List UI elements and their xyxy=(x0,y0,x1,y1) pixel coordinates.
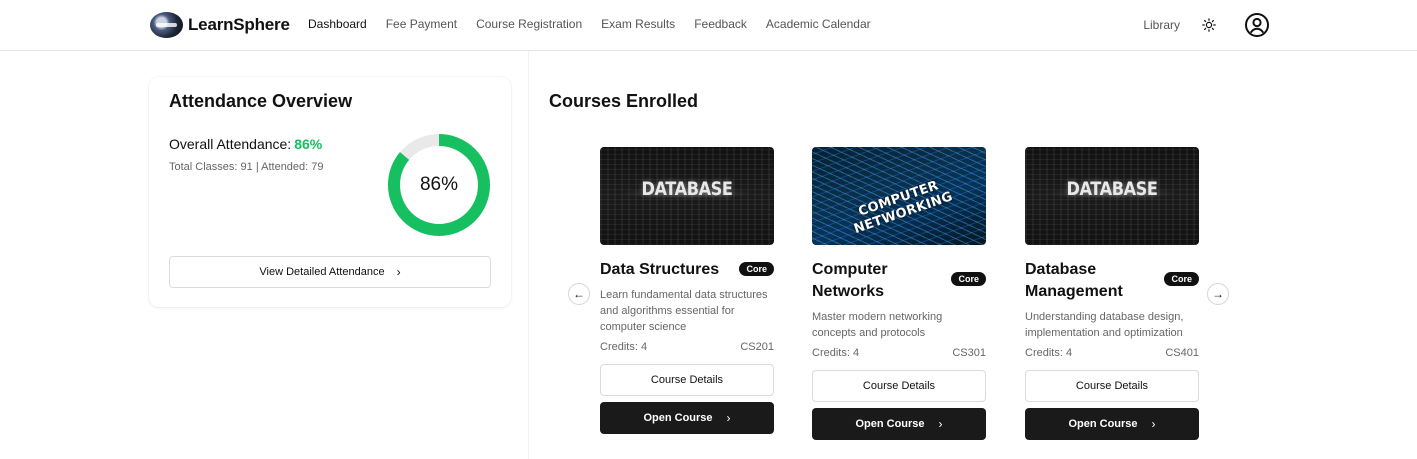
courses-enrolled-title: Courses Enrolled xyxy=(549,91,699,111)
arrow-left-icon: ← xyxy=(573,287,585,301)
course-card-database-management: DATABASE Database Management Core Unders… xyxy=(1025,147,1199,447)
nav-item-feedback[interactable]: Feedback xyxy=(694,17,747,31)
course-info: Database Management Core Understanding d… xyxy=(1025,259,1199,359)
attendance-title: Attendance Overview xyxy=(169,91,353,111)
nav-actions: Library xyxy=(1143,12,1270,38)
course-description: Learn fundamental data structures and al… xyxy=(600,289,768,333)
open-course-label: Open Course xyxy=(855,418,925,430)
course-code: CS201 xyxy=(740,341,774,353)
course-info: Data Structures Core Learn fundamental d… xyxy=(600,259,774,353)
nav-item-fee-payment[interactable]: Fee Payment xyxy=(386,17,457,31)
user-circle-icon[interactable] xyxy=(1244,12,1270,38)
attendance-ring-label: 86% xyxy=(419,174,459,195)
section-divider xyxy=(528,51,529,459)
course-credits: Credits: 4 xyxy=(600,341,648,353)
course-thumbnail: COMPUTER NETWORKING xyxy=(812,147,986,245)
nav-item-exam-results[interactable]: Exam Results xyxy=(601,17,675,31)
course-code: CS401 xyxy=(1165,347,1199,359)
carousel-next-button[interactable]: → xyxy=(1207,283,1229,305)
thumbnail-text: DATABASE xyxy=(1066,178,1158,200)
open-course-button[interactable]: Open Course › xyxy=(1025,408,1199,440)
overall-attendance-label: Overall Attendance: xyxy=(169,136,292,152)
nav-item-library[interactable]: Library xyxy=(1143,18,1180,32)
course-credits: Credits: 4 xyxy=(812,347,860,359)
overall-attendance-value: 86% xyxy=(294,136,323,152)
course-card-data-structures: DATABASE Data Structures Core Learn fund… xyxy=(600,147,774,447)
course-description: Master modern networking concepts and pr… xyxy=(812,311,943,339)
attendance-overview-card: Attendance Overview Overall Attendance: 8… xyxy=(149,77,511,307)
course-credits: Credits: 4 xyxy=(1025,347,1073,359)
course-details-label: Course Details xyxy=(1075,380,1149,392)
nav-item-academic-calendar[interactable]: Academic Calendar xyxy=(766,17,871,31)
view-detailed-attendance-label: View Detailed Attendance xyxy=(259,266,385,278)
course-name: Data Structures xyxy=(600,261,720,278)
globe-logo-icon xyxy=(150,12,183,38)
nav-item-course-registration[interactable]: Course Registration xyxy=(476,17,582,31)
chevron-right-icon: › xyxy=(1151,417,1156,431)
course-type-badge: Core xyxy=(951,272,986,286)
course-details-label: Course Details xyxy=(862,380,936,392)
course-meta: Credits: 4 CS301 xyxy=(812,347,986,359)
brand-name: LearnSphere xyxy=(188,15,290,34)
course-details-button[interactable]: Course Details xyxy=(1025,370,1199,402)
carousel-prev-button[interactable]: ← xyxy=(568,283,590,305)
open-course-button[interactable]: Open Course › xyxy=(812,408,986,440)
top-navigation-bar: LearnSphere Dashboard Fee Payment Course… xyxy=(0,0,1417,51)
course-details-button[interactable]: Course Details xyxy=(600,364,774,396)
course-details-button[interactable]: Course Details xyxy=(812,370,986,402)
attendance-summary: Total Classes: 91 | Attended: 79 xyxy=(169,161,324,173)
view-detailed-attendance-button[interactable]: View Detailed Attendance › xyxy=(169,256,491,288)
course-thumbnail: DATABASE xyxy=(1025,147,1199,245)
course-code: CS301 xyxy=(952,347,986,359)
main-nav: Dashboard Fee Payment Course Registratio… xyxy=(308,17,890,31)
course-type-badge: Core xyxy=(739,262,774,276)
course-name: Database Management xyxy=(1025,261,1123,300)
course-name: Computer Networks xyxy=(812,261,888,300)
chevron-right-icon: › xyxy=(726,411,731,425)
sun-icon[interactable] xyxy=(1202,18,1216,32)
course-info: Computer Networks Core Master modern net… xyxy=(812,259,986,359)
open-course-label: Open Course xyxy=(643,412,713,424)
course-details-label: Course Details xyxy=(650,374,724,386)
course-thumbnail: DATABASE xyxy=(600,147,774,245)
open-course-button[interactable]: Open Course › xyxy=(600,402,774,434)
brand[interactable]: LearnSphere xyxy=(150,12,290,38)
open-course-label: Open Course xyxy=(1068,418,1138,430)
chevron-right-icon: › xyxy=(938,417,943,431)
thumbnail-text: DATABASE xyxy=(641,178,733,200)
course-meta: Credits: 4 CS401 xyxy=(1025,347,1199,359)
arrow-right-icon: → xyxy=(1212,287,1224,301)
overall-attendance: Overall Attendance: 86% xyxy=(169,136,322,152)
course-meta: Credits: 4 CS201 xyxy=(600,341,774,353)
chevron-right-icon: › xyxy=(396,265,401,279)
course-description: Understanding database design, implement… xyxy=(1025,311,1184,339)
course-card-computer-networks: COMPUTER NETWORKING Computer Networks Co… xyxy=(812,147,986,447)
nav-item-dashboard[interactable]: Dashboard xyxy=(308,17,367,31)
thumbnail-text: COMPUTER NETWORKING xyxy=(852,178,955,238)
course-type-badge: Core xyxy=(1164,272,1199,286)
